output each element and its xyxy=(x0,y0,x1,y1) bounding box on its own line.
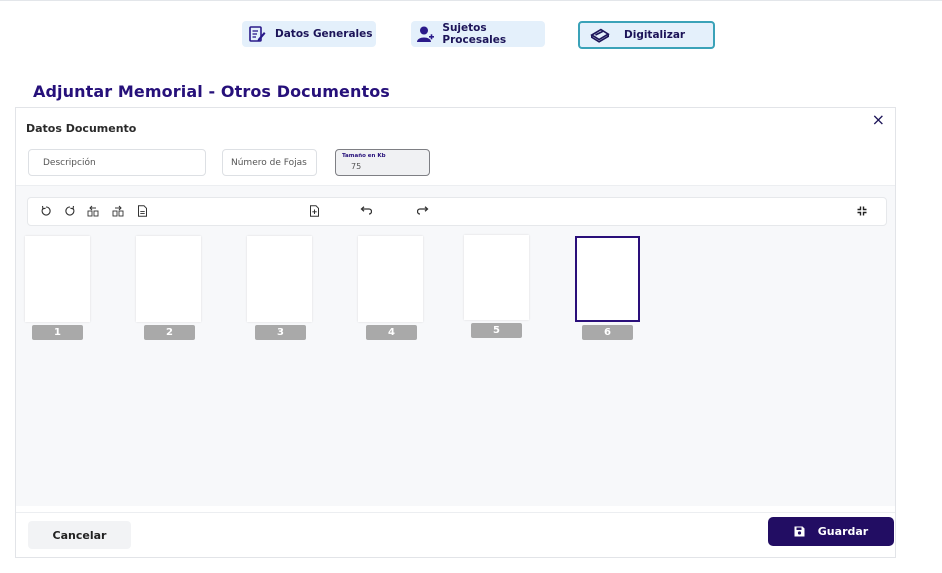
page-number: 4 xyxy=(366,325,417,340)
page-thumbnail[interactable] xyxy=(358,236,423,322)
tab-sujetos-procesales[interactable]: Sujetos Procesales xyxy=(411,21,545,47)
numero-fojas-placeholder: Número de Fojas xyxy=(231,157,307,168)
page-thumbnail[interactable] xyxy=(464,235,529,320)
document-panel: Datos Documento × Descripción Número de … xyxy=(15,107,896,558)
tamano-kb-value: 75 xyxy=(351,162,362,171)
save-label: Guardar xyxy=(817,525,869,538)
move-right-icon[interactable] xyxy=(110,203,126,219)
page-thumbnails: 1 2 3 4 5 6 xyxy=(16,235,895,356)
page-number: 3 xyxy=(255,325,306,340)
add-user-icon xyxy=(416,24,435,44)
tab-label: Sujetos Procesales xyxy=(442,22,507,46)
descripcion-field[interactable]: Descripción xyxy=(28,149,206,176)
numero-fojas-field[interactable]: Número de Fojas xyxy=(222,149,317,176)
viewer-toolbar xyxy=(27,197,887,226)
step-tabs: Datos Generales Sujetos Procesales Digit… xyxy=(0,21,942,51)
redo-icon[interactable] xyxy=(416,203,432,219)
save-button[interactable]: Guardar xyxy=(768,517,894,546)
top-divider xyxy=(0,0,942,1)
close-icon[interactable]: × xyxy=(872,112,885,128)
tamano-kb-field: Tamaño en Kb 75 xyxy=(335,149,430,176)
footer-divider xyxy=(16,512,895,513)
add-page-icon[interactable] xyxy=(306,203,322,219)
scanner-icon xyxy=(590,25,610,45)
descripcion-placeholder: Descripción xyxy=(43,157,96,168)
document-icon[interactable] xyxy=(134,203,150,219)
tab-datos-generales[interactable]: Datos Generales xyxy=(242,21,376,47)
page-number: 6 xyxy=(582,325,633,340)
page-thumbnail[interactable] xyxy=(25,236,90,322)
collapse-icon[interactable] xyxy=(854,203,870,219)
undo-icon[interactable] xyxy=(357,203,373,219)
tab-label: Datos Generales xyxy=(275,28,373,40)
tamano-kb-label: Tamaño en Kb xyxy=(342,153,386,159)
page-number: 5 xyxy=(471,323,522,338)
document-data-header: Datos Documento × Descripción Número de … xyxy=(16,108,895,186)
save-icon xyxy=(794,526,805,537)
page-thumbnail-selected[interactable] xyxy=(575,236,640,322)
rotate-left-icon[interactable] xyxy=(38,203,54,219)
edit-document-icon xyxy=(247,24,267,44)
document-viewer: 1 2 3 4 5 6 xyxy=(16,186,895,506)
cancel-button[interactable]: Cancelar xyxy=(28,521,131,549)
page-thumbnail[interactable] xyxy=(247,236,312,322)
section-title: Datos Documento xyxy=(26,122,137,135)
tab-label: Digitalizar xyxy=(624,29,686,41)
page-number: 1 xyxy=(32,325,83,340)
page-thumbnail[interactable] xyxy=(136,236,201,322)
move-left-icon[interactable] xyxy=(85,203,101,219)
tab-digitalizar[interactable]: Digitalizar xyxy=(578,21,715,49)
page-number: 2 xyxy=(144,325,195,340)
rotate-right-icon[interactable] xyxy=(62,203,78,219)
page-title: Adjuntar Memorial - Otros Documentos xyxy=(33,82,390,101)
